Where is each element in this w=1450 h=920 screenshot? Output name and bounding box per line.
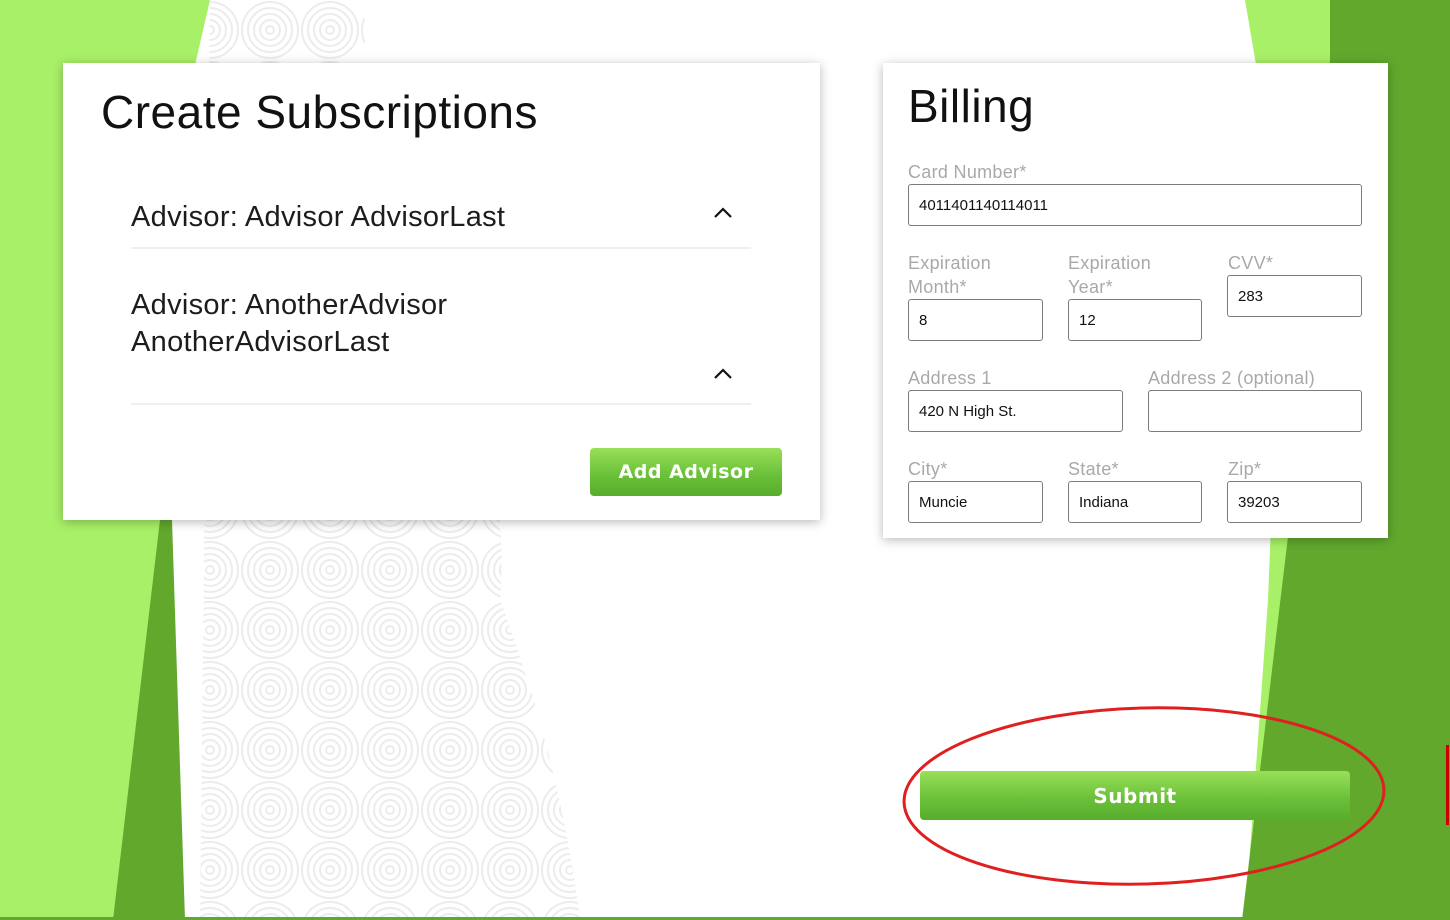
add-advisor-button[interactable]: Add Advisor [590,448,782,496]
advisor-label: Advisor: AnotherAdvisor AnotherAdvisorLa… [131,289,448,358]
address1-label: Address 1 [908,368,992,388]
page: Create Subscriptions Advisor: Advisor Ad… [0,0,1450,920]
cvv-input[interactable] [1227,275,1362,317]
expiration-year-label: Expiration Year* [1068,253,1152,297]
subscriptions-card: Create Subscriptions Advisor: Advisor Ad… [63,63,820,520]
billing-card: Billing Card Number* Expiration Month* E… [883,63,1388,538]
state-input[interactable] [1068,481,1202,523]
chevron-up-icon[interactable] [713,368,733,380]
advisor-accordion-item[interactable]: Advisor: AnotherAdvisor AnotherAdvisorLa… [131,283,751,405]
address2-input[interactable] [1148,390,1362,432]
billing-title: Billing [908,80,1035,132]
zip-label: Zip* [1228,459,1262,479]
cvv-label: CVV* [1228,253,1274,273]
subscriptions-title: Create Subscriptions [101,86,538,138]
card-number-label: Card Number* [908,162,1027,182]
card-number-input[interactable] [908,184,1362,226]
city-label: City* [908,459,948,479]
state-label: State* [1068,459,1119,479]
advisor-accordion-item[interactable]: Advisor: Advisor AdvisorLast [131,195,751,249]
chevron-up-icon[interactable] [713,207,733,219]
expiration-month-label: Expiration Month* [908,253,992,297]
expiration-year-input[interactable] [1068,299,1202,341]
expiration-month-input[interactable] [908,299,1043,341]
advisor-label: Advisor: Advisor AdvisorLast [131,201,506,233]
submit-button[interactable]: Submit [920,771,1350,820]
city-input[interactable] [908,481,1043,523]
address1-input[interactable] [908,390,1123,432]
address2-label: Address 2 (optional) [1148,368,1316,388]
zip-input[interactable] [1227,481,1362,523]
